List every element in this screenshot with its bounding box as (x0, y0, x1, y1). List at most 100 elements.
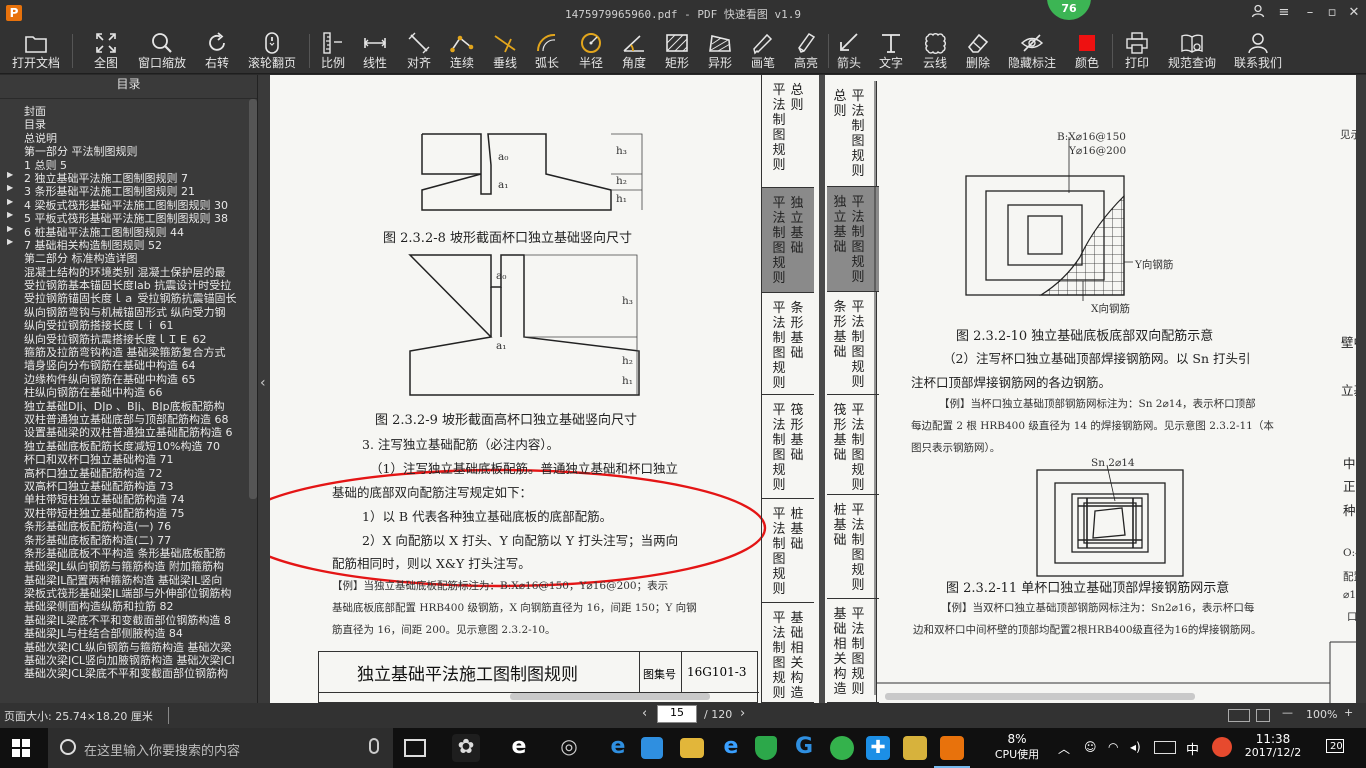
clock[interactable]: 11:38 2017/12/2 (1240, 728, 1306, 768)
toc-item[interactable]: ▶ 6 桩基础平法施工图制图规则 44 (0, 224, 250, 237)
section-tab[interactable]: 平法制图规则 独立基础 (762, 188, 814, 293)
menu-icon[interactable]: ≡ (1275, 4, 1293, 22)
ime-indicator[interactable]: 中 (1186, 739, 1199, 768)
section-tab[interactable]: 平法制图规则 基础相关构造 (762, 603, 814, 703)
two-page-view-icon[interactable] (1228, 709, 1250, 722)
tool-radius-button[interactable]: 半径 (574, 30, 608, 72)
section-tab[interactable]: 平法制图规则 条形基础 (762, 293, 814, 395)
toc-item[interactable]: 基础梁JL梁底不平和变截面部位钢筋构造 8 (0, 612, 250, 625)
notes-app-icon[interactable] (903, 736, 927, 760)
toc-item[interactable]: ▶ 7 基础相关构造制图规则 52 (0, 237, 250, 250)
sidebar-collapse-button[interactable]: ‹ (258, 75, 270, 703)
toc-item[interactable]: 基础梁JL配置两种箍筋构造 基础梁JL竖向 (0, 572, 250, 585)
tool-fit-button[interactable]: 全图 (88, 30, 124, 72)
toc-item[interactable]: 独立基础DJj、DJp 、BJj、BJp底板配筋构 (0, 398, 250, 411)
fan-app-icon[interactable]: ✿ (452, 734, 480, 762)
toc-item[interactable]: 条形基础底板不平构造 条形基础底板配筋 (0, 545, 250, 558)
close-icon[interactable]: ✕ (1345, 4, 1363, 22)
tray-expand-icon[interactable]: ︿ (1058, 740, 1070, 768)
toc-item[interactable]: 基础次梁JCL纵向钢筋与箍筋构造 基础次梁 (0, 639, 250, 652)
plus-app-icon[interactable]: ✚ (866, 736, 890, 760)
tool-delete-button[interactable]: 删除 (961, 30, 995, 72)
sogou-input-icon[interactable] (1212, 737, 1232, 757)
toc-item[interactable]: 箍筋及拉筋弯钩构造 基础梁箍筋复合方式 (0, 344, 250, 357)
section-tab[interactable]: 平法制图规则 筏形基础 (762, 395, 814, 499)
single-page-view-icon[interactable] (1256, 709, 1270, 722)
tool-pen-button[interactable]: 画笔 (746, 30, 780, 72)
toc-item[interactable]: 混凝土结构的环境类别 混凝土保护层的最 (0, 264, 250, 277)
windows-start-icon[interactable] (12, 739, 30, 757)
browser-swirl-icon[interactable]: ◎ (555, 734, 583, 762)
maximize-icon[interactable]: ▫ (1323, 4, 1341, 22)
tool-open-button[interactable]: 打开文档 (8, 30, 64, 72)
toc-item[interactable]: 纵向钢筋弯钩与机械锚固形式 纵向受力钢 (0, 304, 250, 317)
tool-text-button[interactable]: 文字 (874, 30, 908, 72)
toc-item[interactable]: 受拉钢筋基本锚固长度lab 抗震设计时受拉 (0, 277, 250, 290)
tool-print-button[interactable]: 打印 (1120, 30, 1154, 72)
toc-item[interactable]: ▶ 4 梁板式筏形基础平法施工图制图规则 30 (0, 197, 250, 210)
tool-rotate-button[interactable]: 右转 (200, 30, 234, 72)
tool-continuous-button[interactable]: 连续 (445, 30, 479, 72)
minimize-icon[interactable]: – (1301, 4, 1319, 22)
right-page-hscroll[interactable] (885, 693, 1195, 700)
toc-item[interactable]: 双高杯口独立基础配筋构造 73 (0, 478, 250, 491)
toc-item[interactable]: 纵向受拉钢筋抗震搭接长度ｌＩＥ 62 (0, 331, 250, 344)
keyboard-icon[interactable] (1154, 741, 1176, 754)
pdf-viewer-taskbar-icon[interactable] (940, 736, 964, 760)
viewer-vscroll[interactable] (1356, 75, 1366, 703)
toc-item[interactable]: 边缘构件纵向钢筋在基础中构造 65 (0, 371, 250, 384)
toc-item[interactable]: 基础次梁JCL竖向加腋钢筋构造 基础次梁JCI (0, 652, 250, 665)
toc-item[interactable]: 基础梁JL纵向钢筋与箍筋构造 附加箍筋构 (0, 558, 250, 571)
toc-item[interactable]: 基础梁JL与柱结合部侧腋构造 84 (0, 625, 250, 638)
toc-item[interactable]: 条形基础底板配筋构造(一) 76 (0, 518, 250, 531)
page-number-input[interactable]: 15 (657, 705, 697, 723)
ie-icon[interactable]: e (717, 734, 745, 762)
tool-zoomwin-button[interactable]: 窗口缩放 (134, 30, 190, 72)
green-browser-icon[interactable] (830, 736, 854, 760)
tool-contact-button[interactable]: 联系我们 (1230, 30, 1286, 72)
toc-item[interactable]: 单柱带短柱独立基础配筋构造 74 (0, 491, 250, 504)
taskbar-search[interactable]: 在这里输入你要搜索的内容 (48, 728, 393, 768)
expand-arrow-icon[interactable]: ▶ (7, 210, 13, 219)
wifi-icon[interactable]: ◠ (1108, 740, 1118, 768)
toc-scrollbar[interactable] (249, 99, 257, 499)
prev-page-icon[interactable]: ‹ (642, 706, 647, 721)
volume-icon[interactable]: ◂) (1130, 740, 1141, 768)
toc-item[interactable]: 基础梁侧面构造纵筋和拉筋 82 (0, 598, 250, 611)
toc-item[interactable]: ▶ 5 平板式筏形基础平法施工图制图规则 38 (0, 210, 250, 223)
store-icon[interactable] (641, 737, 663, 759)
people-icon[interactable]: ☺ (1084, 740, 1097, 768)
toc-item[interactable]: ▶ 3 条形基础平法施工图制图规则 21 (0, 183, 250, 196)
cpu-meter[interactable]: 8% CPU使用 (982, 728, 1052, 768)
toc-item[interactable]: 双柱普通独立基础底部与顶部配筋构造 68 (0, 411, 250, 424)
toc-item[interactable]: ▶ 2 独立基础平法施工图制图规则 7 (0, 170, 250, 183)
g-app-icon[interactable]: G (790, 734, 818, 762)
tool-arrow-button[interactable]: 箭头 (832, 30, 866, 72)
toc-item[interactable]: 封面 (0, 103, 250, 116)
expand-arrow-icon[interactable]: ▶ (7, 197, 13, 206)
tool-angle-button[interactable]: 角度 (617, 30, 651, 72)
tool-linear-button[interactable]: 线性 (358, 30, 392, 72)
toc-item[interactable]: 基础次梁JCL梁底不平和变截面部位钢筋构 (0, 665, 250, 678)
toc-item[interactable]: 设置基础梁的双柱普通独立基础配筋构造 6 (0, 424, 250, 437)
left-page-hscroll[interactable] (510, 693, 710, 700)
toc-item[interactable]: 纵向受拉钢筋搭接长度ｌｉ 61 (0, 317, 250, 330)
expand-arrow-icon[interactable]: ▶ (7, 183, 13, 192)
tool-perp-button[interactable]: 垂线 (488, 30, 522, 72)
toc-item[interactable]: 受拉钢筋锚固长度ｌａ 受拉钢筋抗震锚固长 (0, 290, 250, 303)
toc-item[interactable]: 独立基础底板配筋长度减短10%构造 70 (0, 438, 250, 451)
tool-wheel-button[interactable]: 滚轮翻页 (244, 30, 300, 72)
microphone-icon[interactable] (369, 738, 379, 754)
tool-hide-button[interactable]: 隐藏标注 (1004, 30, 1060, 72)
tool-highlight-button[interactable]: 高亮 (789, 30, 823, 72)
notification-center-icon[interactable]: 20 (1322, 737, 1350, 759)
tool-arc-button[interactable]: 弧长 (530, 30, 564, 72)
toc-item[interactable]: 总说明 (0, 130, 250, 143)
tool-aligned-button[interactable]: 对齐 (402, 30, 436, 72)
document-viewer[interactable]: h₃ h₂ h₁ a₀ a₁ 图 2.3.2-8 坡形截面杯口独立基础竖向尺寸 … (270, 75, 1366, 703)
toc-item[interactable]: 梁板式筏形基础梁JL端部与外伸部位钢筋构 (0, 585, 250, 598)
tool-spec-button[interactable]: 规范查询 (1164, 30, 1220, 72)
expand-arrow-icon[interactable]: ▶ (7, 170, 13, 179)
toc-item[interactable]: 条形基础底板配筋构造(二) 77 (0, 532, 250, 545)
ie-white-icon[interactable]: e (505, 734, 533, 762)
